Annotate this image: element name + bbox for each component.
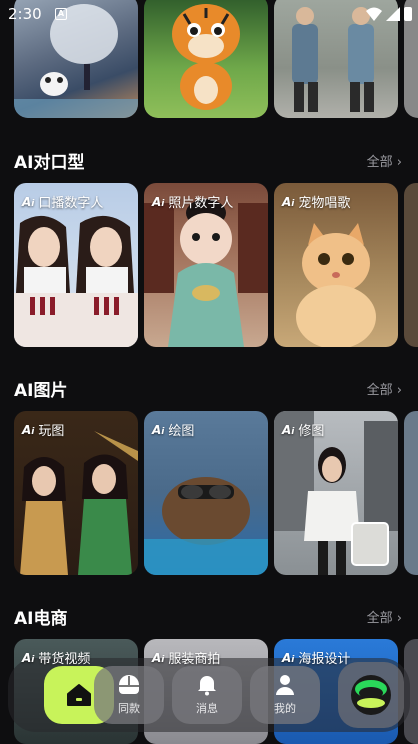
ai-assistant-button[interactable]	[338, 662, 404, 728]
nav-label: 同款	[118, 702, 140, 715]
card-title: 照片数字人	[168, 196, 234, 211]
app-notification-icon: A	[55, 8, 67, 20]
feature-card-talking-avatar[interactable]: Ai 口播数字人	[14, 183, 138, 347]
feature-card-photo-avatar[interactable]: Ai 照片数字人	[144, 183, 268, 347]
card-title: 修图	[298, 424, 325, 439]
feature-card-partial[interactable]	[404, 411, 418, 575]
card-label: Ai 绘图	[152, 420, 195, 440]
section-header-lipsync: AI对口型 全部 ›	[14, 148, 404, 174]
ai-logo-icon: Ai	[282, 194, 295, 209]
view-all-link[interactable]: 全部 ›	[367, 607, 402, 626]
ai-logo-icon: Ai	[22, 422, 35, 437]
card-label: Ai 宠物唱歌	[282, 192, 351, 212]
battery-icon	[404, 7, 412, 21]
nav-profile-button[interactable]: 我的	[250, 666, 320, 724]
card-title: 带货视频	[38, 652, 91, 667]
home-icon	[67, 684, 91, 706]
ai-logo-icon: Ai	[152, 194, 165, 209]
signal-icon	[386, 7, 400, 21]
feature-card-play-image[interactable]: Ai 玩图	[14, 411, 138, 575]
template-icon	[119, 675, 139, 694]
card-title: 宠物唱歌	[298, 196, 351, 211]
ai-logo-icon: Ai	[282, 650, 295, 665]
ai-logo-icon: Ai	[22, 650, 35, 665]
section-title: AI图片	[14, 381, 68, 401]
card-title: 口播数字人	[38, 196, 104, 211]
nav-messages-button[interactable]: 消息	[172, 666, 242, 724]
nav-label: 我的	[274, 702, 296, 715]
card-title: 海报设计	[298, 652, 351, 667]
card-label: Ai 修图	[282, 420, 325, 440]
view-all-link[interactable]: 全部 ›	[367, 151, 402, 170]
nav-label: 消息	[196, 702, 218, 715]
wifi-icon	[366, 7, 382, 21]
ai-logo-icon: Ai	[22, 194, 35, 209]
ai-logo-icon: Ai	[152, 650, 165, 665]
ai-logo-icon: Ai	[152, 422, 165, 437]
section-title: AI电商	[14, 609, 68, 629]
card-label: Ai 海报设计	[282, 648, 351, 668]
card-label: Ai 玩图	[22, 420, 65, 440]
section-title: AI对口型	[14, 153, 85, 173]
feature-card-draw-image[interactable]: Ai 绘图	[144, 411, 268, 575]
card-label: Ai 带货视频	[22, 648, 91, 668]
ai-logo-icon: Ai	[282, 422, 295, 437]
card-label: Ai 口播数字人	[22, 192, 104, 212]
card-label: Ai 照片数字人	[152, 192, 234, 212]
feature-card-edit-image[interactable]: Ai 修图	[274, 411, 398, 575]
card-title: 玩图	[38, 424, 65, 439]
card-label: Ai 服装商拍	[152, 648, 221, 668]
status-bar: 2:30 A	[0, 0, 418, 30]
card-title: 服装商拍	[168, 652, 221, 667]
nav-template-button[interactable]: 同款	[94, 666, 164, 724]
section-header-ecommerce: AI电商 全部 ›	[14, 604, 404, 630]
feature-card-partial[interactable]	[404, 183, 418, 347]
feature-card-pet-singing[interactable]: Ai 宠物唱歌	[274, 183, 398, 347]
view-all-link[interactable]: 全部 ›	[367, 379, 402, 398]
bell-icon	[198, 676, 216, 696]
status-time: 2:30	[8, 5, 42, 23]
section-header-images: AI图片 全部 ›	[14, 376, 404, 402]
ai-orb-icon	[351, 675, 391, 715]
bottom-nav: 同款 消息 我的	[8, 658, 410, 732]
user-icon	[276, 675, 294, 695]
card-title: 绘图	[168, 424, 195, 439]
image-card-row: Ai 玩图 Ai 绘图 Ai 修图	[0, 411, 418, 575]
status-icons	[366, 7, 412, 21]
lipsync-card-row: Ai 口播数字人 Ai 照片数字人 Ai 宠物唱歌	[0, 183, 418, 347]
